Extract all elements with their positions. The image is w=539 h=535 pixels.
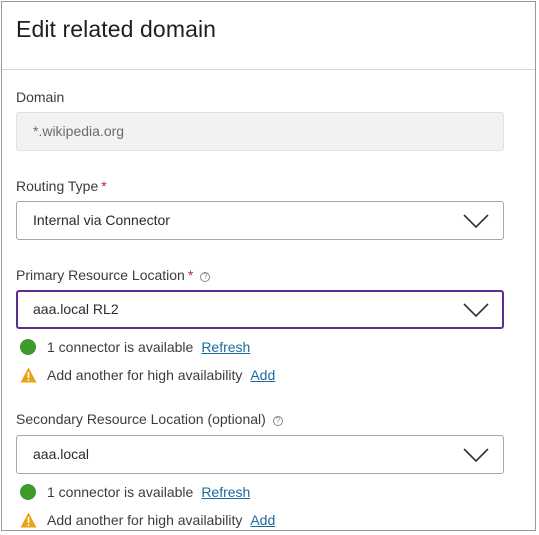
connector-status-text: 1 connector is available	[47, 484, 194, 500]
required-marker: *	[187, 267, 194, 283]
primary-location-select[interactable]: aaa.local RL2	[16, 290, 504, 329]
routing-type-select[interactable]: Internal via Connector	[16, 201, 504, 240]
connector-status-text: 1 connector is available	[47, 339, 194, 355]
domain-value: *.wikipedia.org	[33, 123, 125, 139]
help-circle-icon[interactable]: ?	[200, 272, 211, 282]
domain-label-text: Domain	[16, 89, 65, 105]
warning-icon	[20, 367, 37, 383]
refresh-link[interactable]: Refresh	[201, 484, 250, 500]
secondary-location-value: aaa.local	[33, 446, 90, 462]
secondary-ha-warning: Add another for high availability Add	[20, 512, 275, 528]
dialog-title: Edit related domain	[16, 16, 217, 42]
edit-domain-dialog: Edit related domain Domain *.wikipedia.o…	[1, 1, 536, 531]
primary-ha-warning: Add another for high availability Add	[20, 367, 275, 383]
domain-field: *.wikipedia.org	[16, 112, 504, 151]
warning-text: Add another for high availability	[47, 367, 243, 383]
status-ok-icon	[20, 484, 36, 500]
add-link[interactable]: Add	[250, 512, 275, 528]
add-link[interactable]: Add	[250, 367, 275, 383]
warning-icon	[20, 512, 37, 528]
primary-location-value: aaa.local RL2	[33, 301, 119, 317]
refresh-link[interactable]: Refresh	[201, 339, 250, 355]
secondary-location-select[interactable]: aaa.local	[16, 435, 504, 474]
dialog-header: Edit related domain	[2, 2, 535, 70]
primary-connector-status: 1 connector is available Refresh	[20, 339, 250, 355]
secondary-connector-status: 1 connector is available Refresh	[20, 484, 250, 500]
secondary-location-label-text: Secondary Resource Location (optional)	[16, 411, 266, 427]
routing-type-label-text: Routing Type	[16, 178, 99, 194]
status-ok-icon	[20, 339, 36, 355]
routing-type-label: Routing Type *	[16, 178, 107, 194]
routing-type-value: Internal via Connector	[33, 212, 170, 228]
help-circle-icon[interactable]: ?	[272, 416, 283, 426]
primary-location-label-text: Primary Resource Location	[16, 267, 185, 283]
domain-label: Domain	[16, 89, 64, 105]
secondary-location-label: Secondary Resource Location (optional)?	[16, 411, 283, 427]
warning-text: Add another for high availability	[47, 512, 243, 528]
required-marker: *	[101, 178, 107, 194]
chevron-down-icon	[463, 214, 489, 228]
chevron-down-icon	[463, 448, 489, 462]
chevron-down-icon	[463, 303, 489, 317]
primary-location-label: Primary Resource Location *?	[16, 267, 211, 283]
